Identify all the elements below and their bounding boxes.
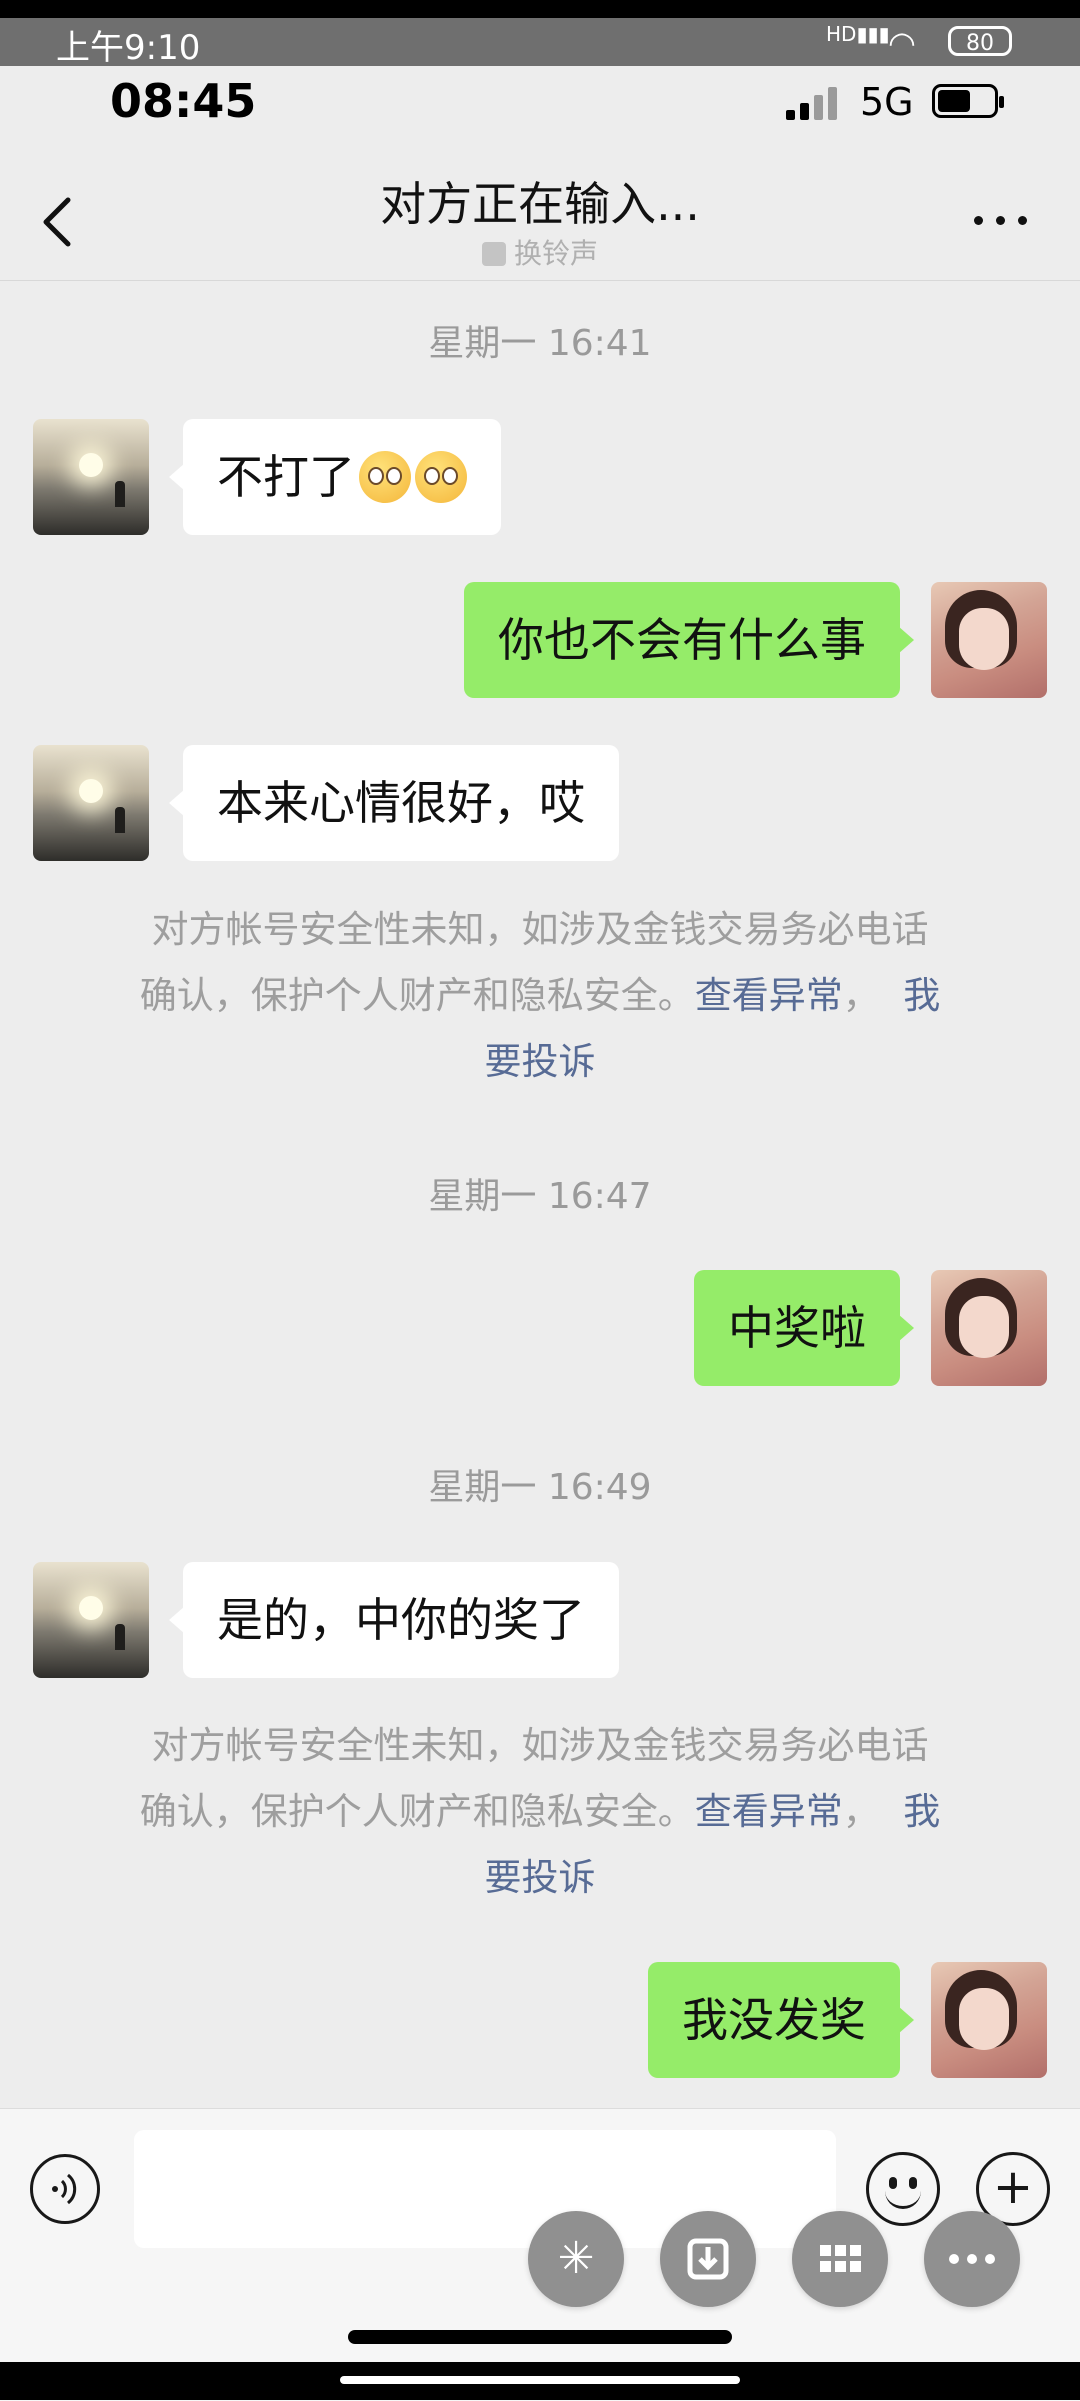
more-options-button[interactable] [966,200,1036,240]
notice-separator: ， [842,1790,880,1833]
outer-wifi-icon: ◠ [888,24,916,62]
voice-icon [52,2173,77,2205]
message-timestamp: 星期一 16:41 [428,323,652,364]
report-link[interactable]: 要投诉 [485,1040,596,1083]
message-bubble-sent[interactable]: 我没发奖 [648,1962,914,2078]
more-floating-button[interactable] [924,2211,1020,2307]
view-anomaly-link[interactable]: 查看异常 [695,974,843,1017]
ringtone-label: 换铃声 [513,237,598,270]
voice-button[interactable] [30,2154,100,2224]
notice-separator: ， [842,974,880,1017]
outer-signal-icon: HD▮▮▮ [826,22,890,46]
network-label: 5G [860,80,914,124]
message-timestamp: 星期一 16:49 [428,1467,652,1508]
download-button[interactable] [660,2211,756,2307]
message-timestamp: 星期一 16:47 [428,1176,652,1217]
outer-navigation-strip [0,2362,1080,2400]
message-text: 不打了 [217,450,355,504]
contact-avatar[interactable] [33,1562,149,1678]
my-avatar[interactable] [931,1270,1047,1386]
contact-avatar[interactable] [33,419,149,535]
download-icon [687,2238,729,2280]
message-bubble-sent[interactable]: 你也不会有什么事 [464,582,914,698]
status-time: 08:45 [110,74,257,128]
message-bubble-sent[interactable]: 中奖啦 [694,1270,914,1386]
message-text: 我没发奖 [682,1993,866,2047]
outer-battery-icon: 80 [948,26,1012,56]
emoji-icon [889,2177,897,2189]
outer-status-time: 上午9:10 [56,28,201,68]
view-anomaly-link[interactable]: 查看异常 [695,1790,843,1833]
report-link[interactable]: 我 [903,974,940,1017]
battery-icon [932,84,1004,118]
grid-icon [820,2245,861,2272]
report-link[interactable]: 我 [903,1790,940,1833]
notice-line: 确认，保护个人财产和隐私安全。 [139,974,695,1017]
ringtone-subtitle[interactable]: 换铃声 [0,232,1080,272]
notice-line: 对方帐号安全性未知，如涉及金钱交易务必电话 [151,908,929,951]
security-notice: 对方帐号安全性未知，如涉及金钱交易务必电话 确认，保护个人财产和隐私安全。查看异… [96,897,984,1095]
pleading-emoji-icon [359,451,411,503]
my-avatar[interactable] [931,1962,1047,2078]
message-bubble-received[interactable]: 本来心情很好，哎 [169,745,619,861]
message-text: 中奖啦 [728,1301,866,1355]
notice-line: 对方帐号安全性未知，如涉及金钱交易务必电话 [151,1724,929,1767]
chat-title: 对方正在输入... [380,177,700,231]
message-bubble-received[interactable]: 不打了 [169,419,501,535]
pleading-emoji-icon [415,451,467,503]
security-notice: 对方帐号安全性未知，如涉及金钱交易务必电话 确认，保护个人财产和隐私安全。查看异… [96,1713,984,1911]
ringtone-icon [481,242,506,266]
my-avatar[interactable] [931,582,1047,698]
message-text: 你也不会有什么事 [498,613,866,667]
asterisk-button[interactable]: ✳ [528,2211,624,2307]
grid-button[interactable] [792,2211,888,2307]
message-bubble-received[interactable]: 是的，中你的奖了 [169,1562,619,1678]
report-link[interactable]: 要投诉 [485,1856,596,1899]
message-text: 本来心情很好，哎 [217,776,585,830]
plus-icon: + [992,2159,1034,2215]
contact-avatar[interactable] [33,745,149,861]
gesture-bar[interactable] [348,2330,732,2344]
message-text: 是的，中你的奖了 [217,1593,585,1647]
notice-line: 确认，保护个人财产和隐私安全。 [139,1790,695,1833]
signal-icon [786,86,846,120]
more-icon [949,2254,995,2264]
asterisk-icon: ✳ [557,2233,595,2284]
